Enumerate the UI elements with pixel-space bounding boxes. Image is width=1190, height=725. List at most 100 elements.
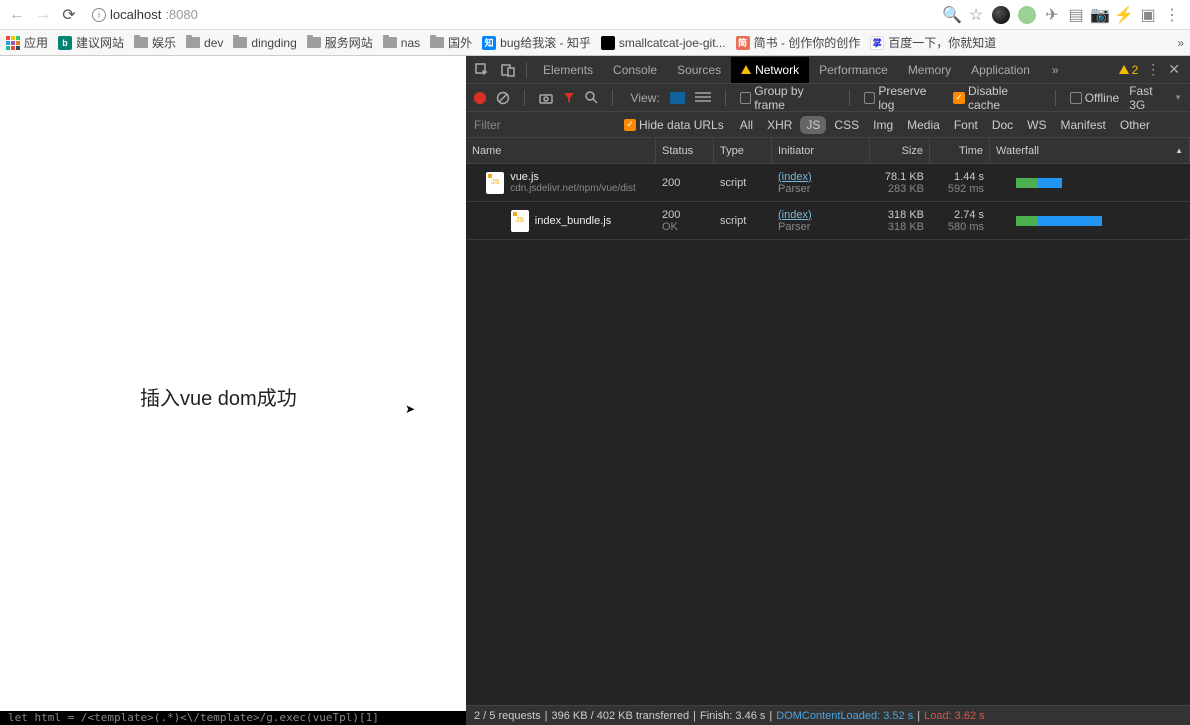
extension-dark-icon[interactable] — [992, 6, 1010, 24]
type-filter-other[interactable]: Other — [1114, 116, 1156, 134]
col-status[interactable]: Status — [656, 138, 714, 163]
folder-icon — [186, 37, 200, 48]
bookmark-item[interactable]: 掌百度一下，你就知道 — [870, 34, 996, 51]
back-button[interactable]: ← — [6, 4, 28, 26]
bookmark-star-icon[interactable]: ☆ — [968, 7, 984, 23]
type-filter-media[interactable]: Media — [901, 116, 946, 134]
status-dcl: DOMContentLoaded: 3.52 s — [776, 710, 913, 722]
device-toolbar-icon[interactable] — [499, 61, 517, 79]
filter-toggle-icon[interactable] — [563, 92, 575, 104]
bookmark-item[interactable]: 服务网站 — [307, 34, 373, 51]
bookmarks-bar: 应用 b建议网站娱乐 dev dingding 服务网站 nas 国外知bug给我滚 - … — [0, 30, 1190, 56]
bookmark-label: 简书 - 创作你的创作 — [754, 34, 861, 51]
bookmarks-overflow-icon[interactable]: » — [1177, 36, 1184, 50]
throttling-select[interactable]: Fast 3G▼ — [1129, 84, 1182, 112]
favicon-icon: 简 — [736, 36, 750, 50]
filter-input[interactable] — [474, 118, 614, 132]
network-table-header: Name Status Type Initiator Size Time Wat… — [466, 138, 1190, 164]
devtools-tab-sources[interactable]: Sources — [667, 57, 731, 83]
type-filter-css[interactable]: CSS — [828, 116, 865, 134]
bookmark-item[interactable]: b建议网站 — [58, 34, 124, 51]
bookmark-label: bug给我滚 - 知乎 — [500, 34, 591, 51]
bookmark-item[interactable]: dingding — [233, 36, 296, 50]
view-label: View: — [631, 91, 660, 105]
warnings-badge[interactable]: 2 — [1119, 63, 1139, 77]
devtools-close-icon[interactable]: ✕ — [1168, 61, 1180, 78]
search-in-page-icon[interactable]: 🔍 — [944, 7, 960, 23]
bookmark-label: 服务网站 — [325, 34, 373, 51]
bookmark-item[interactable]: 知bug给我滚 - 知乎 — [482, 34, 591, 51]
devtools-tabs: ElementsConsoleSourcesNetworkPerformance… — [466, 56, 1190, 84]
type-filter-img[interactable]: Img — [867, 116, 899, 134]
folder-icon — [383, 37, 397, 48]
type-filter-doc[interactable]: Doc — [986, 116, 1019, 134]
devtools-menu-icon[interactable]: ⋮ — [1146, 61, 1160, 78]
devtools-panel: ElementsConsoleSourcesNetworkPerformance… — [466, 56, 1190, 725]
devtools-tab-application[interactable]: Application — [961, 57, 1040, 83]
devtools-tab-network[interactable]: Network — [731, 57, 809, 83]
offline-checkbox[interactable]: Offline — [1070, 91, 1119, 105]
main-area: 插入vue dom成功 ➤ let html = /<template>(.*)… — [0, 56, 1190, 725]
initiator-link[interactable]: (index) — [778, 209, 864, 221]
type-filter-ws[interactable]: WS — [1021, 116, 1052, 134]
network-filter-row: ✓Hide data URLs AllXHRJSCSSImgMediaFontD… — [466, 112, 1190, 138]
preserve-log-checkbox[interactable]: Preserve log — [864, 84, 944, 112]
capture-screenshot-icon[interactable] — [539, 92, 553, 104]
bookmark-label: nas — [401, 36, 420, 50]
toolbar-right: 🔍 ☆ ✈ ▤ 📷 ⚡ ▣ ⋮ — [944, 6, 1184, 24]
bookmark-item[interactable]: nas — [383, 36, 420, 50]
table-row[interactable]: vue.jscdn.jsdelivr.net/npm/vue/dist200sc… — [466, 164, 1190, 202]
inspect-element-icon[interactable] — [473, 61, 491, 79]
reload-button[interactable]: ⟳ — [58, 4, 80, 26]
type-filter-font[interactable]: Font — [948, 116, 984, 134]
network-toolbar: View: Group by frame Preserve log ✓Disab… — [466, 84, 1190, 112]
col-initiator[interactable]: Initiator — [772, 138, 870, 163]
col-name[interactable]: Name — [466, 138, 656, 163]
bookmark-item[interactable]: 娱乐 — [134, 34, 176, 51]
url-bar[interactable]: i localhost:8080 — [84, 4, 940, 26]
extension-bolt-icon[interactable]: ⚡ — [1116, 7, 1132, 23]
site-info-icon[interactable]: i — [92, 8, 106, 22]
devtools-tab-memory[interactable]: Memory — [898, 57, 961, 83]
bookmark-item[interactable]: smallcatcat-joe-git... — [601, 36, 726, 50]
search-icon[interactable] — [585, 91, 598, 104]
bookmark-item[interactable]: dev — [186, 36, 223, 50]
waterfall-bar — [1016, 178, 1184, 188]
type-filter-xhr[interactable]: XHR — [761, 116, 798, 134]
apps-shortcut[interactable]: 应用 — [6, 34, 48, 51]
devtools-tab-elements[interactable]: Elements — [533, 57, 603, 83]
col-size[interactable]: Size — [870, 138, 930, 163]
large-rows-view-button[interactable] — [670, 92, 685, 104]
initiator-link[interactable]: (index) — [778, 171, 864, 183]
hide-data-urls-checkbox[interactable]: ✓Hide data URLs — [624, 118, 724, 132]
disable-cache-checkbox[interactable]: ✓Disable cache — [953, 84, 1040, 112]
chrome-menu-icon[interactable]: ⋮ — [1164, 7, 1180, 23]
table-row[interactable]: index_bundle.js200OKscript(index)Parser3… — [466, 202, 1190, 240]
col-waterfall[interactable]: Waterfall▲ — [990, 138, 1190, 163]
devtools-tab-console[interactable]: Console — [603, 57, 667, 83]
sort-caret-icon: ▲ — [1175, 146, 1183, 155]
bookmark-label: 百度一下，你就知道 — [888, 34, 996, 51]
type-filter-manifest[interactable]: Manifest — [1055, 116, 1112, 134]
record-button[interactable] — [474, 92, 486, 104]
extension-shield-icon[interactable]: ▣ — [1140, 7, 1156, 23]
col-time[interactable]: Time — [930, 138, 990, 163]
clear-button[interactable] — [496, 91, 510, 105]
type-filter-all[interactable]: All — [734, 116, 759, 134]
bookmark-item[interactable]: 国外 — [430, 34, 472, 51]
devtools-tab-performance[interactable]: Performance — [809, 57, 898, 83]
extension-camera-icon[interactable]: 📷 — [1092, 7, 1108, 23]
small-rows-view-button[interactable] — [695, 92, 710, 104]
extension-green-icon[interactable] — [1018, 6, 1036, 24]
extension-send-icon[interactable]: ✈ — [1044, 7, 1060, 23]
bookmark-item[interactable]: 简简书 - 创作你的创作 — [736, 34, 861, 51]
group-by-frame-checkbox[interactable]: Group by frame — [740, 84, 835, 112]
browser-toolbar: ← → ⟳ i localhost:8080 🔍 ☆ ✈ ▤ 📷 ⚡ ▣ ⋮ — [0, 0, 1190, 30]
forward-button[interactable]: → — [32, 4, 54, 26]
network-status-bar: 2 / 5 requests | 396 KB / 402 KB transfe… — [466, 705, 1190, 725]
devtools-tabs-overflow[interactable]: » — [1042, 57, 1069, 83]
extension-note-icon[interactable]: ▤ — [1068, 7, 1084, 23]
type-filter-js[interactable]: JS — [800, 116, 826, 134]
status-load: Load: 3.62 s — [924, 710, 985, 722]
col-type[interactable]: Type — [714, 138, 772, 163]
